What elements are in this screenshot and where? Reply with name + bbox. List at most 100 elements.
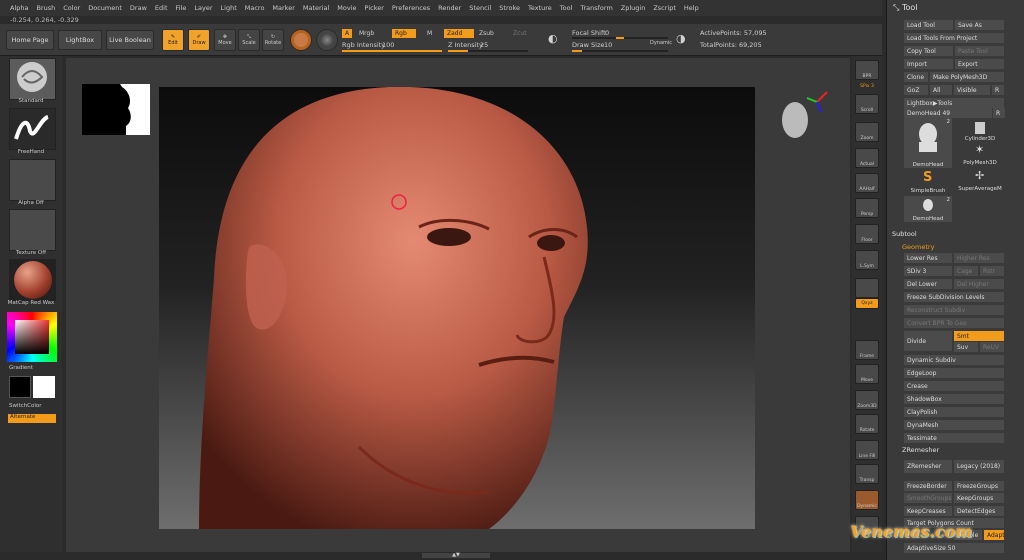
menu-item-color[interactable]: Color (59, 4, 84, 12)
load-tool-button[interactable]: Load Tool (904, 20, 953, 30)
lsym-button[interactable]: L.Sym (855, 250, 879, 270)
legacy-button[interactable]: Legacy (2018) (954, 460, 1004, 473)
zcut-toggle[interactable]: Zcut (510, 29, 530, 38)
zremesher-button[interactable]: ZRemesher (904, 460, 952, 473)
zoom-button[interactable]: Zoom (855, 122, 879, 142)
home-page-button[interactable]: Home Page (6, 30, 54, 50)
menu-item-layer[interactable]: Layer (190, 4, 216, 12)
color-picker[interactable] (7, 312, 57, 362)
dynamic-subdiv-button[interactable]: Dynamic Subdiv (904, 355, 1004, 365)
rotate-view-button[interactable]: Rotate (855, 414, 879, 434)
keepcreases-button[interactable]: KeepCreases (904, 506, 952, 516)
menu-item-file[interactable]: File (172, 4, 191, 12)
convert-bpr-button[interactable]: Convert BPR To Geo (904, 318, 1004, 328)
geometry-header[interactable]: Geometry (896, 242, 1024, 252)
rstr-button[interactable]: Rstr (980, 266, 1004, 276)
claypolish-button[interactable]: ClayPolish (904, 407, 1004, 417)
menu-item-picker[interactable]: Picker (361, 4, 388, 12)
menu-item-zplugin[interactable]: Zplugin (617, 4, 650, 12)
switchcolor-label[interactable]: SwitchColor (9, 403, 71, 409)
menu-item-help[interactable]: Help (680, 4, 703, 12)
tool-item[interactable]: 2 DemoHead (904, 118, 952, 168)
tool-item[interactable]: ✶ PolyMesh3D (956, 142, 1004, 166)
texture-thumbnail[interactable] (9, 209, 56, 251)
menu-item-stencil[interactable]: Stencil (465, 4, 495, 12)
menu-item-document[interactable]: Document (84, 4, 126, 12)
divide-button[interactable]: Divide (904, 331, 952, 351)
navigation-gyro[interactable] (777, 90, 828, 150)
edit-button[interactable]: ✎ Edit (162, 29, 184, 51)
menu-item-render[interactable]: Render (434, 4, 465, 12)
move-button[interactable]: ✥ Move (214, 29, 236, 51)
gradient-sphere-button[interactable] (316, 29, 338, 51)
smt-toggle[interactable]: Smt (954, 331, 1004, 341)
dynamic-label[interactable]: Dynamic (650, 40, 672, 46)
menu-item-zscript[interactable]: Zscript (649, 4, 680, 12)
aahalf-button[interactable]: AAHalf (855, 173, 879, 193)
export-button[interactable]: Export (955, 59, 1004, 69)
sdiv-slider[interactable]: SDiv 3 (904, 266, 952, 276)
rotate-button[interactable]: ↻ Rotate (262, 29, 284, 51)
draw-size-slider[interactable] (572, 50, 668, 52)
secondary-color-swatch[interactable] (33, 376, 55, 398)
bpr-button[interactable]: BPR (855, 60, 879, 80)
mrgb-toggle[interactable]: Mrgb (356, 29, 377, 38)
zoom3d-button[interactable]: Zoom3D (855, 390, 879, 410)
visible-button[interactable]: Visible (954, 85, 990, 95)
suv-toggle[interactable]: Suv (954, 342, 978, 352)
menu-item-draw[interactable]: Draw (126, 4, 151, 12)
crease-button[interactable]: Crease (904, 381, 1004, 391)
smoothgroups-button[interactable]: SmoothGroups (904, 493, 952, 503)
zremesher-header[interactable]: ZRemesher (896, 445, 1024, 455)
tool-item[interactable]: 2 DemoHead (904, 196, 952, 222)
del-lower-button[interactable]: Del Lower (904, 279, 952, 289)
save-as-button[interactable]: Save As (955, 20, 1004, 30)
edgeloop-button[interactable]: EdgeLoop (904, 368, 1004, 378)
move-view-button[interactable]: Move (855, 364, 879, 384)
menu-item-light[interactable]: Light (217, 4, 241, 12)
persp-button[interactable]: Persp (855, 198, 879, 218)
all-button[interactable]: All (930, 85, 952, 95)
xyz-button[interactable]: Qxyz (855, 298, 879, 309)
tessimate-button[interactable]: Tessimate (904, 433, 1004, 443)
paste-tool-button[interactable]: Paste Tool (955, 46, 1004, 56)
cage-button[interactable]: Cage (954, 266, 978, 276)
rgb-intensity-slider[interactable] (342, 50, 442, 52)
higher-res-button[interactable]: Higher Res (954, 253, 1004, 263)
menu-item-texture[interactable]: Texture (524, 4, 556, 12)
alternate-button[interactable]: Alternate (8, 414, 56, 423)
scale-button[interactable]: ⤡ Scale (238, 29, 260, 51)
tool-item[interactable]: Cylinder3D (956, 118, 1004, 142)
menu-item-tool[interactable]: Tool (556, 4, 577, 12)
menu-item-macro[interactable]: Macro (241, 4, 269, 12)
menu-item-material[interactable]: Material (299, 4, 333, 12)
a-toggle[interactable]: A (342, 29, 353, 38)
tool-item[interactable]: S SimpleBrush (904, 170, 952, 194)
frame-button[interactable]: Frame (855, 340, 879, 360)
adapt-toggle[interactable]: Adapt (984, 530, 1004, 540)
freeze-subdiv-button[interactable]: Freeze SubDivision Levels (904, 292, 1004, 302)
viewport-canvas[interactable] (159, 87, 755, 529)
menu-item-edit[interactable]: Edit (151, 4, 172, 12)
menu-item-brush[interactable]: Brush (32, 4, 59, 12)
freezegroups-button[interactable]: FreezeGroups (954, 481, 1004, 491)
goz-button[interactable]: GoZ (904, 85, 928, 95)
subtool-header[interactable]: Subtool (886, 229, 1024, 239)
stroke-thumbnail[interactable] (9, 108, 56, 150)
material-sphere-button[interactable] (290, 29, 312, 51)
current-tool-slider[interactable]: DemoHead 49 (904, 108, 992, 118)
actual-button[interactable]: Actual (855, 148, 879, 168)
rgb-toggle[interactable]: Rgb (392, 29, 416, 38)
material-thumbnail[interactable] (9, 259, 56, 301)
draw-button[interactable]: ✐ Draw (188, 29, 210, 51)
r-button[interactable]: R (992, 85, 1004, 95)
primary-color-swatch[interactable] (9, 376, 31, 398)
lightbox-tools-button[interactable]: Lightbox▶Tools (904, 98, 1004, 108)
transp-button[interactable]: Transp (855, 464, 879, 484)
spix-control[interactable]: SPix 3 (854, 84, 880, 89)
lock-icon[interactable] (855, 278, 879, 298)
import-button[interactable]: Import (904, 59, 953, 69)
alpha-thumbnail[interactable] (9, 159, 56, 201)
load-tools-from-project-button[interactable]: Load Tools From Project (904, 33, 1004, 43)
menu-item-alpha[interactable]: Alpha (6, 4, 32, 12)
